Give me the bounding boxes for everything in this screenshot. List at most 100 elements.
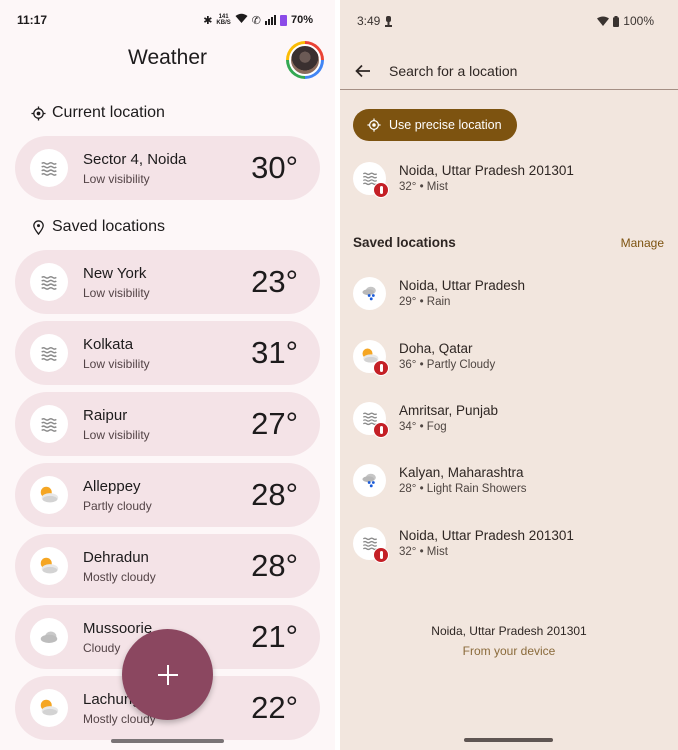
location-name: Kolkata <box>83 335 134 353</box>
status-time: 11:17 <box>17 13 48 27</box>
location-pin-icon <box>33 219 44 235</box>
location-name: New York <box>83 264 147 282</box>
use-precise-location-button[interactable]: Use precise location <box>353 109 517 141</box>
plus-icon <box>157 664 178 685</box>
app-title: Weather <box>128 46 207 69</box>
wifi-icon <box>235 13 248 27</box>
status-bar: 3:49 100% <box>357 13 654 29</box>
gesture-handle <box>111 739 224 743</box>
search-bar[interactable]: Search for a location <box>340 52 678 90</box>
device-location-source: From your device <box>462 644 556 658</box>
location-condition: Mostly cloudy <box>83 569 156 584</box>
haze-icon <box>30 149 68 187</box>
location-name: Noida, Uttar Pradesh 201301 <box>399 528 574 543</box>
rain-icon <box>353 463 386 497</box>
bluetooth-icon: ✱ <box>203 14 213 27</box>
rain-icon <box>353 276 386 310</box>
back-arrow-icon[interactable] <box>354 62 372 80</box>
haze-icon <box>30 263 68 301</box>
saved-location-item[interactable]: Doha, Qatar 36° • Partly Cloudy <box>353 338 663 376</box>
location-detail: 36° • Partly Cloudy <box>399 359 496 371</box>
location-detail: 32° • Mist <box>399 546 448 558</box>
battery-icon <box>613 15 620 27</box>
device-location-footer: Noida, Uttar Pradesh 201301 From your de… <box>340 624 678 658</box>
wifi-icon <box>597 16 610 26</box>
saved-locations-heading: Saved locations <box>31 218 165 236</box>
saved-location-card[interactable]: Dehradun Mostly cloudy 28° <box>15 534 320 598</box>
status-time: 3:49 <box>357 14 381 28</box>
saved-location-card[interactable]: New York Low visibility 23° <box>15 250 320 314</box>
status-bar: 11:17 ✱ 141 KB/S ✆ 70% <box>17 12 313 28</box>
location-temp: 22° <box>251 690 298 725</box>
saved-location-card[interactable]: Alleppey Partly cloudy 28° <box>15 463 320 527</box>
location-name: Raipur <box>83 406 128 424</box>
location-name: Noida, Uttar Pradesh <box>399 278 526 293</box>
location-detail: 32° • Mist <box>399 181 448 193</box>
cloudy-icon <box>30 618 68 656</box>
current-location-item[interactable]: Noida, Uttar Pradesh 201301 32° • Mist <box>353 160 663 198</box>
wifi-calling-icon: ✆ <box>251 14 261 27</box>
add-location-button[interactable] <box>122 629 213 720</box>
battery-level: 100% <box>623 14 654 28</box>
haze-icon <box>353 401 389 438</box>
gesture-handle <box>464 738 553 742</box>
location-temp: 21° <box>251 619 298 654</box>
location-detail: 34° • Fog <box>399 421 447 433</box>
location-condition: Low visibility <box>83 356 150 371</box>
location-temp: 31° <box>251 335 298 370</box>
weather-app-panel: 11:17 ✱ 141 KB/S ✆ 70% Weather Current lo… <box>0 0 335 750</box>
location-temp: 28° <box>251 477 298 512</box>
location-name: Alleppey <box>83 477 141 495</box>
saved-location-item[interactable]: Noida, Uttar Pradesh 29° • Rain <box>353 275 663 311</box>
avatar[interactable] <box>286 41 324 79</box>
location-detail: 28° • Light Rain Showers <box>399 483 527 495</box>
partly-cloudy-icon <box>30 476 68 514</box>
location-name: Kalyan, Maharashtra <box>399 465 524 480</box>
location-temp: 27° <box>251 406 298 441</box>
location-detail: 29° • Rain <box>399 296 451 308</box>
heat-alert-icon <box>373 181 389 198</box>
heat-alert-icon <box>373 421 389 438</box>
haze-icon <box>353 526 389 563</box>
saved-location-item[interactable]: Noida, Uttar Pradesh 201301 32° • Mist <box>353 525 663 563</box>
haze-icon <box>30 334 68 372</box>
saved-location-card[interactable]: Kolkata Low visibility 31° <box>15 321 320 385</box>
partly-cloudy-icon <box>30 547 68 585</box>
location-temp: 23° <box>251 264 298 299</box>
heat-alert-icon <box>373 546 389 563</box>
location-condition: Partly cloudy <box>83 498 152 513</box>
location-condition: Low visibility <box>83 171 150 186</box>
battery-level: 70% <box>290 14 313 26</box>
search-input[interactable]: Search for a location <box>389 63 517 79</box>
haze-icon <box>30 405 68 443</box>
current-location-card[interactable]: Sector 4, Noida Low visibility 30° <box>15 136 320 200</box>
vpn-key-icon <box>385 15 393 27</box>
device-location: Noida, Uttar Pradesh 201301 <box>431 624 587 638</box>
location-condition: Low visibility <box>83 427 150 442</box>
saved-location-card[interactable]: Raipur Low visibility 27° <box>15 392 320 456</box>
location-name: Dehradun <box>83 548 149 566</box>
location-name: Amritsar, Punjab <box>399 403 499 418</box>
network-speed: 141 KB/S <box>216 14 231 26</box>
avatar-photo <box>289 44 321 76</box>
location-temp: 28° <box>251 548 298 583</box>
saved-location-item[interactable]: Kalyan, Maharashtra 28° • Light Rain Show… <box>353 462 663 498</box>
battery-charging-icon <box>279 14 287 26</box>
partly-cloudy-icon <box>30 689 68 727</box>
saved-locations-heading: Saved locations <box>353 235 456 250</box>
location-name: Sector 4, Noida <box>83 150 187 168</box>
manage-link[interactable]: Manage <box>621 236 664 250</box>
saved-location-item[interactable]: Amritsar, Punjab 34° • Fog <box>353 400 663 438</box>
location-search-panel: 3:49 100% Search for a location Use prec… <box>340 0 678 750</box>
partly-cloudy-icon <box>353 339 389 376</box>
location-name: Noida, Uttar Pradesh 201301 <box>399 163 574 178</box>
current-location-heading: Current location <box>31 104 165 122</box>
my-location-icon <box>367 118 381 132</box>
heat-alert-icon <box>373 359 389 376</box>
location-temp: 30° <box>251 150 298 185</box>
location-condition: Low visibility <box>83 285 150 300</box>
my-location-icon <box>31 105 46 121</box>
location-name: Doha, Qatar <box>399 341 473 356</box>
signal-icon <box>264 15 276 25</box>
haze-icon <box>353 161 389 198</box>
